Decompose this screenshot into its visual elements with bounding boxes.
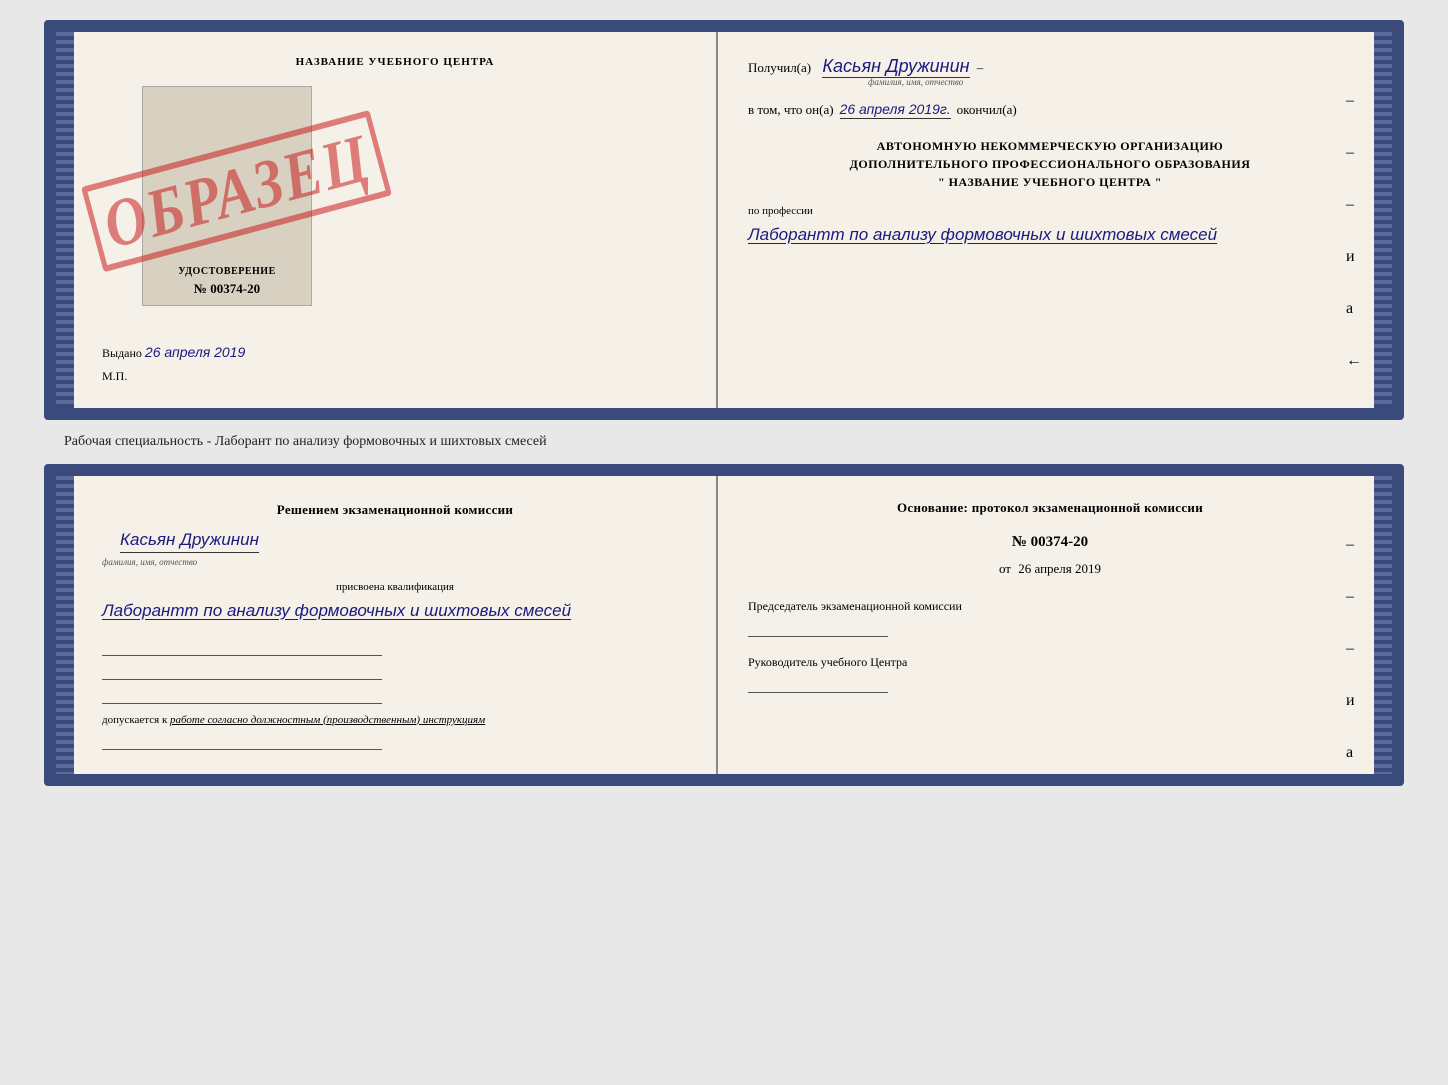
org-line1: АВТОНОМНУЮ НЕКОММЕРЧЕСКУЮ ОРГАНИЗАЦИЮ: [748, 137, 1352, 155]
vtom-date: 26 апреля 2019г.: [840, 101, 951, 119]
ot-date-line: от 26 апреля 2019: [748, 561, 1352, 577]
poluchil-prefix: Получил(а): [748, 60, 811, 75]
komissia-name: Касьян Дружинин: [120, 530, 259, 553]
rukovoditel-line: [748, 675, 888, 693]
top-doc-right: Получил(а) Касьян Дружинин – фамилия, им…: [718, 32, 1392, 408]
ot-date: 26 апреля 2019: [1018, 561, 1101, 576]
org-line2: ДОПОЛНИТЕЛЬНОГО ПРОФЕССИОНАЛЬНОГО ОБРАЗО…: [748, 155, 1352, 173]
vydano-line: Выдано 26 апреля 2019: [102, 344, 688, 361]
org-line3: " НАЗВАНИЕ УЧЕБНОГО ЦЕНТРА ": [748, 173, 1352, 191]
komissia-title: Решением экзаменационной комиссии: [102, 500, 688, 520]
cert-box: УДОСТОВЕРЕНИЕ № 00374-20: [142, 86, 312, 306]
ot-prefix: от: [999, 561, 1011, 576]
dopuskaetsya-block: допускается к работе согласно должностны…: [102, 714, 688, 726]
prisvoena-label: присвоена квалификация: [102, 581, 688, 593]
bottom-document: Решением экзаменационной комиссии Касьян…: [44, 464, 1404, 786]
specialty-label: Рабочая специальность - Лаборант по анал…: [20, 434, 547, 450]
mp-line: М.П.: [102, 369, 688, 384]
top-left-title: НАЗВАНИЕ УЧЕБНОГО ЦЕНТРА: [102, 56, 688, 68]
org-block: АВТОНОМНУЮ НЕКОММЕРЧЕСКУЮ ОРГАНИЗАЦИЮ ДО…: [748, 137, 1352, 191]
vydano-prefix: Выдано: [102, 346, 142, 360]
blank-line-1: [102, 638, 382, 656]
right-dashes-2: – – – и а ← – –: [1346, 536, 1362, 786]
vtom-prefix: в том, что он(а): [748, 102, 834, 118]
po-professii-label: по профессии: [748, 205, 1352, 217]
bottom-doc-left: Решением экзаменационной комиссии Касьян…: [56, 476, 718, 774]
top-document: НАЗВАНИЕ УЧЕБНОГО ЦЕНТРА УДОСТОВЕРЕНИЕ №…: [44, 20, 1404, 420]
bottom-doc-right: Основание: протокол экзаменационной коми…: [718, 476, 1392, 774]
osnovanie-title: Основание: протокол экзаменационной коми…: [748, 500, 1352, 516]
blank-line-2: [102, 662, 382, 680]
rukovoditel-block: Руководитель учебного Центра: [748, 653, 1352, 693]
prisvoena-profession: Лаборантт по анализу формовочных и шихто…: [102, 597, 688, 624]
cert-number: № 00374-20: [194, 281, 260, 297]
poluchil-line: Получил(а) Касьян Дружинин – фамилия, им…: [748, 56, 1352, 87]
predsedatel-line: [748, 619, 888, 637]
okoncil-text: окончил(а): [957, 102, 1017, 118]
dopuskaetsya-line: [102, 732, 382, 750]
top-doc-left: НАЗВАНИЕ УЧЕБНОГО ЦЕНТРА УДОСТОВЕРЕНИЕ №…: [56, 32, 718, 408]
profession-text: Лаборантт по анализу формовочных и шихто…: [748, 221, 1352, 248]
blank-line-3: [102, 686, 382, 704]
cert-label: УДОСТОВЕРЕНИЕ: [178, 266, 276, 277]
poluchil-name: Касьян Дружинин: [822, 56, 969, 78]
poluchil-subtext: фамилия, имя, отчество: [868, 77, 1352, 87]
watermark-container: УДОСТОВЕРЕНИЕ № 00374-20 ОБРАЗЕЦ: [102, 76, 688, 336]
vydano-date: 26 апреля 2019: [145, 344, 245, 360]
protocol-number: № 00374-20: [748, 534, 1352, 551]
right-dashes: – – – и а ← – –: [1346, 92, 1362, 420]
vtom-line: в том, что он(а) 26 апреля 2019г. окончи…: [748, 101, 1352, 119]
dopuskaetsya-prefix: допускается к: [102, 714, 167, 726]
rukovoditel-label: Руководитель учебного Центра: [748, 653, 1352, 671]
predsedatel-label: Председатель экзаменационной комиссии: [748, 597, 1352, 615]
komissia-name-subtext: фамилия, имя, отчество: [102, 557, 688, 567]
predsedatel-block: Председатель экзаменационной комиссии: [748, 597, 1352, 637]
dopuskaetsya-text: работе согласно должностным (производств…: [170, 714, 485, 726]
blank-lines: [102, 638, 688, 704]
komissia-name-wrapper: Касьян Дружинин: [102, 530, 688, 555]
